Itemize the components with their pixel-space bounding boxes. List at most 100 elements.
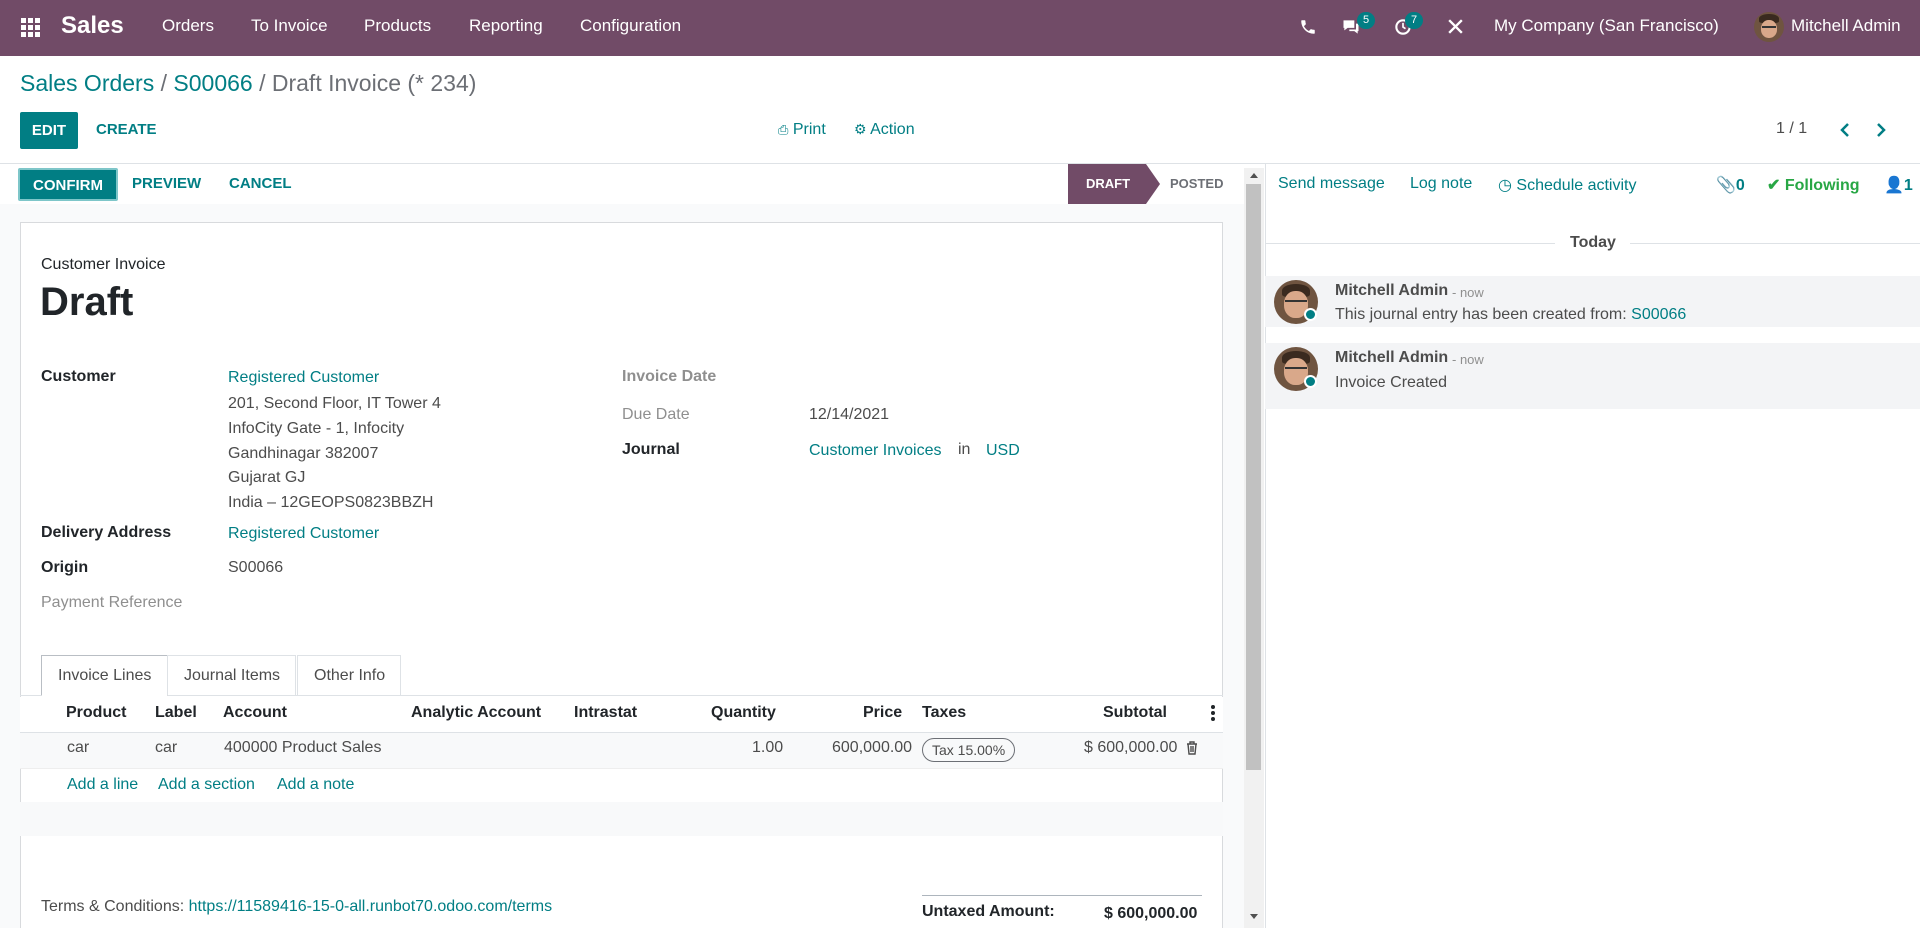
customer-label: Customer bbox=[41, 368, 116, 385]
following-label: Following bbox=[1784, 177, 1860, 194]
menu-orders[interactable]: Orders bbox=[162, 0, 214, 56]
row-account[interactable]: 400000 Product Sales bbox=[224, 739, 381, 757]
tools-icon[interactable] bbox=[1446, 17, 1465, 36]
preview-button[interactable]: PREVIEW bbox=[132, 175, 201, 192]
breadcrumb-separator: / bbox=[160, 70, 167, 96]
followers-button[interactable]: 👤1 bbox=[1884, 175, 1913, 195]
message-author[interactable]: Mitchell Admin bbox=[1335, 349, 1448, 367]
add-line-link[interactable]: Add a line bbox=[67, 776, 138, 794]
pager-next-icon[interactable] bbox=[1874, 122, 1888, 138]
breadcrumb-separator: / bbox=[259, 70, 266, 96]
delivery-address-link[interactable]: Registered Customer bbox=[228, 525, 379, 543]
phone-icon[interactable] bbox=[1299, 18, 1317, 36]
confirm-button[interactable]: CONFIRM bbox=[18, 168, 118, 201]
column-quantity[interactable]: Quantity bbox=[711, 704, 776, 722]
row-price[interactable]: 600,000.00 bbox=[832, 739, 912, 757]
action-label: Action bbox=[870, 121, 915, 138]
add-note-link[interactable]: Add a note bbox=[277, 776, 354, 794]
column-analytic-account[interactable]: Analytic Account bbox=[411, 704, 541, 722]
apps-menu-icon[interactable] bbox=[21, 18, 41, 38]
user-avatar[interactable] bbox=[1754, 12, 1784, 42]
attachments-button[interactable]: 📎0 bbox=[1716, 175, 1745, 195]
terms-link[interactable]: https://11589416-15-0-all.runbot70.odoo.… bbox=[189, 898, 552, 915]
customer-address-line: India – 12GEOPS0823BBZH bbox=[228, 494, 434, 511]
scroll-up-icon[interactable] bbox=[1248, 171, 1260, 179]
column-subtotal[interactable]: Subtotal bbox=[1103, 704, 1167, 722]
stage-posted[interactable]: POSTED bbox=[1170, 164, 1223, 204]
row-product[interactable]: car bbox=[67, 739, 89, 757]
payment-reference-label: Payment Reference bbox=[41, 594, 183, 611]
create-button[interactable]: CREATE bbox=[96, 121, 157, 138]
column-taxes[interactable]: Taxes bbox=[922, 704, 966, 722]
message-body: This journal entry has been created from… bbox=[1335, 306, 1686, 324]
pager-previous-icon[interactable] bbox=[1838, 122, 1852, 138]
following-button[interactable]: ✔ Following bbox=[1767, 175, 1860, 195]
invoice-date-input[interactable] bbox=[808, 364, 1188, 390]
totals-divider bbox=[922, 895, 1202, 896]
log-note-button[interactable]: Log note bbox=[1410, 175, 1472, 193]
column-label[interactable]: Label bbox=[155, 704, 197, 722]
optional-columns-icon[interactable] bbox=[1210, 704, 1216, 722]
currency-link[interactable]: USD bbox=[986, 442, 1020, 460]
customer-address-line: Gandhinagar 382007 bbox=[228, 445, 379, 462]
edit-button[interactable]: EDIT bbox=[20, 112, 78, 149]
payment-reference-input[interactable] bbox=[228, 590, 588, 616]
app-name[interactable]: Sales bbox=[61, 0, 124, 56]
followers-count: 1 bbox=[1903, 177, 1913, 194]
date-separator-line bbox=[1265, 243, 1555, 244]
form-scrollbar-thumb[interactable] bbox=[1246, 184, 1261, 770]
cancel-button[interactable]: CANCEL bbox=[229, 175, 292, 192]
column-account[interactable]: Account bbox=[223, 704, 287, 722]
delete-row-icon[interactable] bbox=[1186, 741, 1198, 755]
scroll-down-icon[interactable] bbox=[1248, 913, 1260, 921]
messages-badge: 5 bbox=[1357, 12, 1375, 29]
customer-address-line: 201, Second Floor, IT Tower 4 bbox=[228, 395, 441, 412]
print-label: Print bbox=[792, 121, 826, 138]
tab-invoice-lines[interactable]: Invoice Lines bbox=[41, 655, 168, 696]
menu-products[interactable]: Products bbox=[364, 0, 431, 56]
invoice-date-label: Invoice Date bbox=[622, 368, 717, 385]
menu-to-invoice[interactable]: To Invoice bbox=[251, 0, 328, 56]
breadcrumb-sales-orders[interactable]: Sales Orders bbox=[20, 70, 154, 96]
customer-link[interactable]: Registered Customer bbox=[228, 369, 379, 387]
stage-draft: DRAFT bbox=[1068, 164, 1160, 204]
message-author[interactable]: Mitchell Admin bbox=[1335, 282, 1448, 300]
invoice-state-title: Draft bbox=[40, 280, 134, 324]
add-section-link[interactable]: Add a section bbox=[158, 776, 255, 794]
message-link[interactable]: S00066 bbox=[1631, 306, 1686, 323]
row-label[interactable]: car bbox=[155, 739, 177, 757]
pager-value[interactable]: 1 / 1 bbox=[1776, 120, 1807, 138]
check-icon: ✔ bbox=[1767, 177, 1781, 194]
row-quantity[interactable]: 1.00 bbox=[752, 739, 783, 757]
table-row[interactable] bbox=[20, 733, 1223, 769]
breadcrumb: Sales Orders / S00066 / Draft Invoice (*… bbox=[20, 70, 476, 97]
document-type: Customer Invoice bbox=[41, 256, 166, 273]
company-switcher[interactable]: My Company (San Francisco) bbox=[1494, 0, 1719, 56]
journal-label: Journal bbox=[622, 441, 680, 458]
attachments-count: 0 bbox=[1735, 177, 1745, 194]
journal-in-text: in bbox=[958, 441, 971, 458]
send-message-button[interactable]: Send message bbox=[1278, 175, 1385, 193]
journal-link[interactable]: Customer Invoices bbox=[809, 442, 942, 460]
schedule-activity-button[interactable]: ◷ Schedule activity bbox=[1498, 175, 1636, 195]
terms-text: Terms & Conditions: bbox=[41, 898, 185, 915]
paperclip-icon: 📎 bbox=[1716, 177, 1736, 194]
column-price[interactable]: Price bbox=[863, 704, 902, 722]
user-menu[interactable]: Mitchell Admin bbox=[1791, 0, 1901, 56]
tab-journal-items[interactable]: Journal Items bbox=[167, 655, 296, 695]
untaxed-amount-label: Untaxed Amount: bbox=[922, 903, 1055, 920]
clock-icon: ◷ bbox=[1498, 177, 1512, 194]
row-tax-badge[interactable]: Tax 15.00% bbox=[922, 738, 1016, 762]
menu-reporting[interactable]: Reporting bbox=[469, 0, 543, 56]
tab-other-info[interactable]: Other Info bbox=[297, 655, 401, 695]
delivery-address-label: Delivery Address bbox=[41, 524, 172, 541]
print-menu[interactable]: ⎙ Print bbox=[778, 121, 826, 139]
menu-configuration[interactable]: Configuration bbox=[580, 0, 681, 56]
column-product[interactable]: Product bbox=[66, 704, 126, 722]
due-date-value[interactable]: 12/14/2021 bbox=[809, 406, 889, 424]
action-menu[interactable]: ⚙ Action bbox=[854, 121, 915, 139]
column-intrastat[interactable]: Intrastat bbox=[574, 704, 637, 722]
breadcrumb-order[interactable]: S00066 bbox=[173, 70, 252, 96]
date-separator: Today bbox=[1570, 234, 1616, 251]
print-icon: ⎙ bbox=[778, 122, 789, 137]
